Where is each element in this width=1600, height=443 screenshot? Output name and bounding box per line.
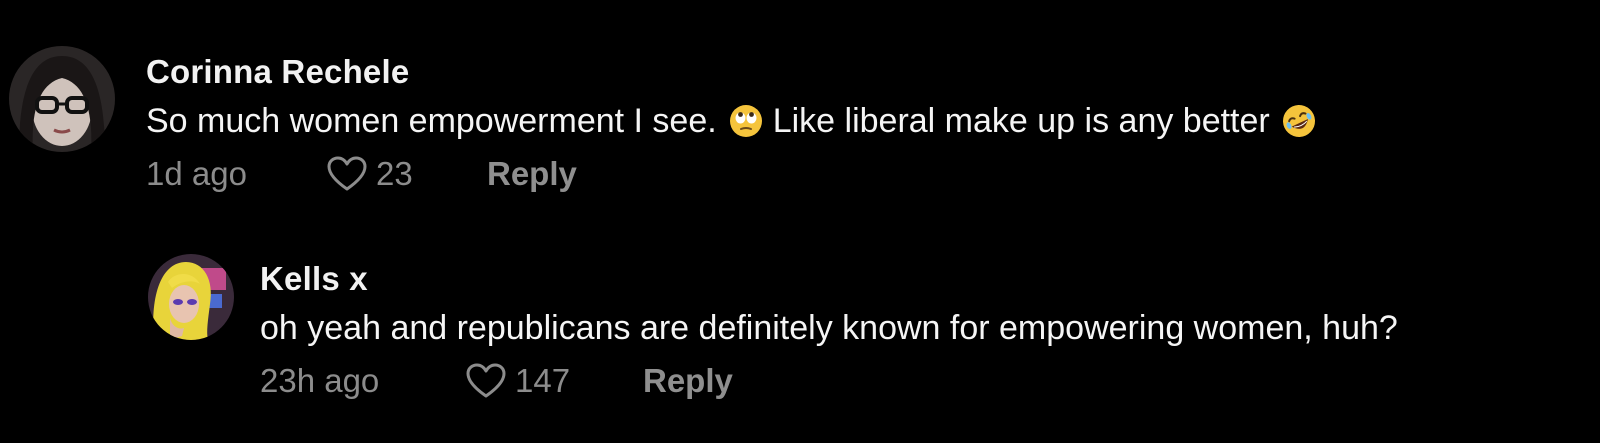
avatar[interactable] (9, 46, 115, 152)
rolling-laughing-emoji-icon (1282, 104, 1316, 138)
comment-text: So much women empowerment I see. Like li… (146, 98, 1326, 144)
heart-icon[interactable] (326, 155, 368, 193)
like-count: 23 (376, 155, 413, 192)
reply-button[interactable]: Reply (643, 361, 733, 401)
comment-item: Corinna Rechele So much women empowermen… (9, 46, 1326, 194)
username[interactable]: Kells x (260, 259, 1398, 299)
like-button[interactable]: 147 (465, 361, 643, 401)
timestamp: 23h ago (260, 362, 380, 399)
timestamp: 1d ago (146, 155, 247, 192)
avatar[interactable] (148, 254, 234, 340)
comment-text-part: Like liberal make up is any better (772, 102, 1270, 140)
like-count: 147 (515, 362, 571, 399)
comment-text-part: So much women empowerment I see. (146, 102, 717, 140)
avatar-image (148, 254, 234, 340)
reply-button[interactable]: Reply (487, 154, 577, 194)
comment-text: oh yeah and republicans are definitely k… (260, 309, 1398, 347)
like-button[interactable]: 23 (326, 154, 487, 194)
avatar-image (9, 46, 115, 152)
comment-thread: Corinna Rechele So much women empowermen… (0, 0, 1600, 443)
username[interactable]: Corinna Rechele (146, 52, 1326, 92)
comment-item: Kells x oh yeah and republicans are defi… (148, 254, 1398, 401)
comment-meta: 23h ago 147 Reply (260, 361, 1398, 401)
comment-meta: 1d ago 23 Reply (146, 154, 1326, 194)
heart-icon[interactable] (465, 362, 507, 400)
eye-roll-emoji-icon (729, 104, 763, 138)
